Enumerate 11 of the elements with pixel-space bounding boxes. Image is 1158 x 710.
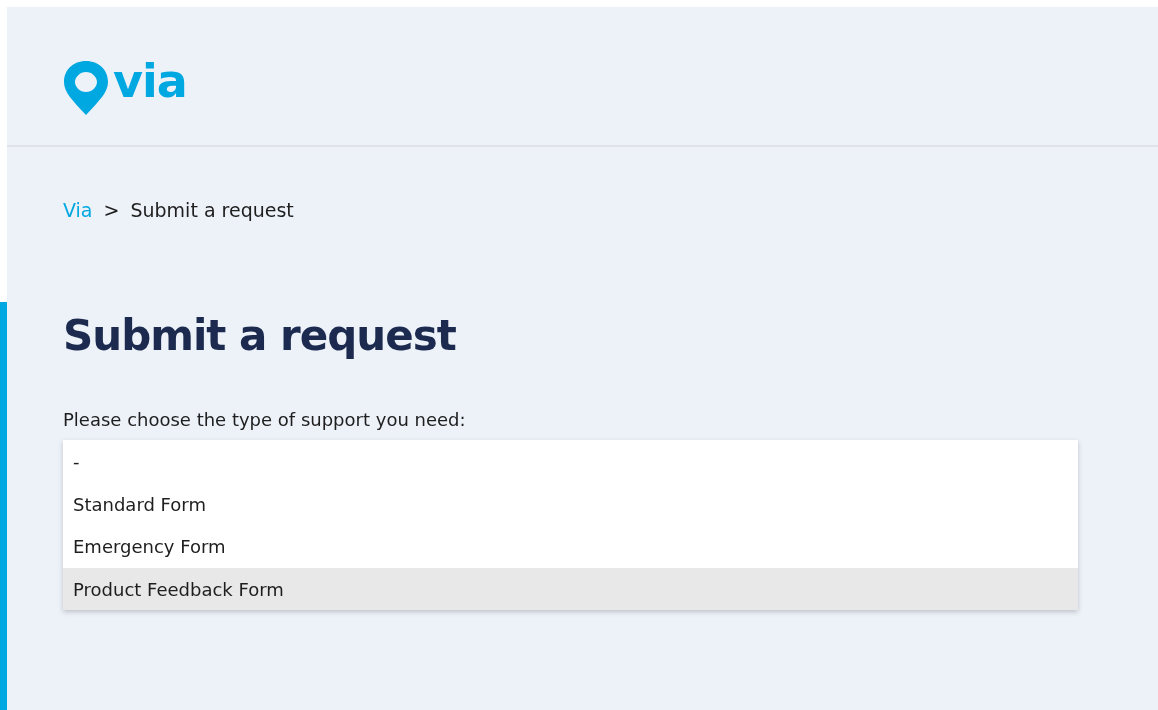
field-label: Please choose the type of support you need: — [63, 409, 467, 431]
breadcrumb-separator: > — [103, 199, 120, 221]
support-type-listbox[interactable]: - Standard Form Emergency Form Product Feedback Form — [63, 440, 1078, 611]
page-heading: Submit a request — [63, 311, 457, 362]
listbox-option[interactable]: - — [63, 440, 1078, 483]
breadcrumb-current: Submit a request — [130, 199, 294, 221]
map-pin-icon — [62, 59, 110, 117]
listbox-option[interactable]: Product Feedback Form — [63, 567, 1078, 611]
logo-text: via — [113, 58, 187, 104]
listbox-option[interactable]: Standard Form — [63, 482, 1078, 526]
listbox-option[interactable]: Emergency Form — [63, 525, 1078, 568]
